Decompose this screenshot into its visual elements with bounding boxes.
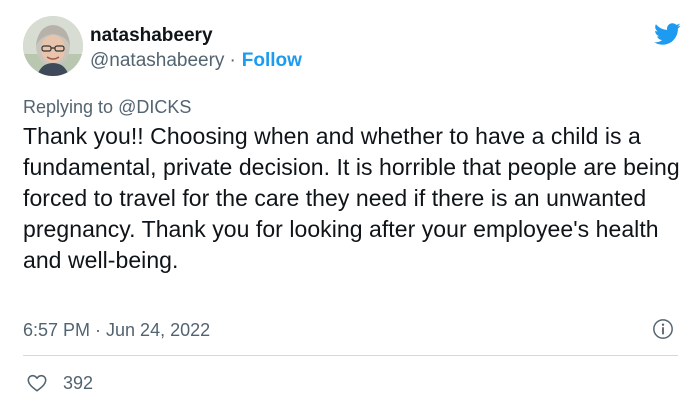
- tweet-header: natashabeery @natashabeery · Follow: [23, 14, 683, 84]
- tweet-text: Thank you!! Choosing when and whether to…: [23, 123, 680, 273]
- author-names: natashabeery @natashabeery · Follow: [90, 24, 302, 73]
- display-name[interactable]: natashabeery: [90, 24, 302, 48]
- timestamp-row: 6:57 PM · Jun 24, 2022: [23, 318, 678, 342]
- tweet-card: natashabeery @natashabeery · Follow Replyi…: [0, 0, 700, 410]
- handle[interactable]: @natashabeery: [90, 50, 224, 71]
- heart-icon[interactable]: [26, 372, 48, 394]
- replying-to: Replying to @DICKS: [23, 96, 191, 118]
- avatar-image: [23, 16, 83, 76]
- handle-row: @natashabeery · Follow: [90, 49, 302, 73]
- likes-row: 392: [26, 371, 93, 395]
- reply-mention-link[interactable]: @DICKS: [118, 97, 191, 117]
- like-count: 392: [63, 372, 94, 393]
- avatar[interactable]: [23, 16, 83, 76]
- divider: [23, 355, 678, 356]
- separator-dot: ·: [229, 50, 236, 71]
- follow-button[interactable]: Follow: [242, 50, 302, 71]
- replying-prefix: Replying to: [23, 97, 119, 117]
- twitter-bird-icon[interactable]: [651, 20, 683, 48]
- info-icon[interactable]: [652, 318, 674, 340]
- timestamp[interactable]: 6:57 PM · Jun 24, 2022: [23, 320, 210, 340]
